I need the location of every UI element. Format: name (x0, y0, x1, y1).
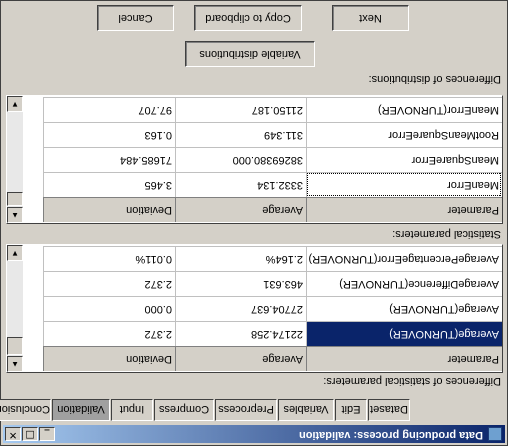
stat-cell-parameter[interactable]: Average(TURNOVER) (306, 296, 502, 321)
stat-scroll-thumb[interactable] (7, 337, 23, 355)
stat-section-label: Differences of statistical parameters: (323, 375, 501, 387)
cancel-button[interactable]: Cancel (97, 5, 174, 31)
stat-params-label: Statistical parameters: (392, 228, 501, 240)
dist-col-deviation[interactable]: Deviation (43, 197, 175, 222)
table-row[interactable]: Average(TURNOVER) 27704.637 0.000 (7, 296, 502, 321)
stat-col-average[interactable]: Average (175, 346, 306, 371)
tab-validation[interactable]: Validation (52, 399, 110, 421)
stat-scrollbar[interactable]: ▲ ▼ (7, 245, 23, 372)
scroll-up-arrow-icon[interactable]: ▲ (7, 356, 23, 372)
table-row[interactable]: MeanError 3332.134 3.465 (7, 172, 502, 197)
tab-variables[interactable]: Variables (278, 399, 334, 421)
table-row[interactable]: Average(TURNOVER) 22174.258 2.372 (7, 321, 502, 346)
maximize-button[interactable]: □ (22, 427, 38, 441)
variable-distributions-button[interactable]: Variable distributions (185, 41, 315, 67)
title-bar: Data producing process: validation _ □ ✕ (3, 425, 505, 443)
dist-cell-parameter[interactable]: MeanError (306, 172, 502, 197)
stat-cell-parameter[interactable]: Average(TURNOVER) (306, 321, 502, 346)
dist-cell-deviation[interactable]: 97.707 (43, 97, 175, 122)
tab-input[interactable]: Input (111, 399, 153, 421)
copy-to-clipboard-button[interactable]: Copy to clipboard (194, 5, 302, 31)
stat-cell-deviation[interactable]: 2.372 (43, 321, 175, 346)
table-row[interactable]: AveragePercentageError(TURNOVER) 2.164% … (7, 246, 502, 271)
tab-compress[interactable]: Compress (154, 399, 214, 421)
stat-header-row: Parameter Average Deviation (7, 346, 502, 371)
close-button[interactable]: ✕ (5, 427, 21, 441)
dist-col-average[interactable]: Average (175, 197, 306, 222)
dist-cell-deviation[interactable]: 0.163 (43, 122, 175, 147)
dist-cell-deviation[interactable]: 71685.484 (43, 147, 175, 172)
dist-cell-parameter[interactable]: MeanError(TURNOVER) (306, 97, 502, 122)
table-row[interactable]: RootMeanSquareError 311.349 0.163 (7, 122, 502, 147)
dist-col-parameter[interactable]: Parameter (306, 197, 502, 222)
scroll-up-arrow-icon[interactable]: ▲ (7, 207, 23, 223)
app-window: Data producing process: validation _ □ ✕… (0, 0, 508, 446)
stat-col-parameter[interactable]: Parameter (306, 346, 502, 371)
table-row[interactable]: AverageDifference(TURNOVER) 463.631 2.37… (7, 271, 502, 296)
tab-conclusion[interactable]: Conclusion (0, 399, 51, 421)
dist-cell-deviation[interactable]: 3.465 (43, 172, 175, 197)
stat-grid[interactable]: Parameter Average Deviation Average(TURN… (6, 244, 503, 373)
minimize-button[interactable]: _ (39, 427, 55, 441)
stat-cell-average[interactable]: 463.631 (175, 271, 306, 296)
dist-scrollbar[interactable]: ▲ ▼ (7, 96, 23, 223)
app-icon (488, 427, 502, 441)
dist-cell-average[interactable]: 3332.134 (175, 172, 306, 197)
scroll-down-arrow-icon[interactable]: ▼ (7, 245, 23, 261)
dist-cell-parameter[interactable]: MeanSquareError (306, 147, 502, 172)
table-row[interactable]: MeanError(TURNOVER) 21150.187 97.707 (7, 97, 502, 122)
scroll-down-arrow-icon[interactable]: ▼ (7, 96, 23, 112)
tab-edit[interactable]: Edit (335, 399, 367, 421)
stat-cell-parameter[interactable]: AveragePercentageError(TURNOVER) (306, 246, 502, 271)
tab-dataset[interactable]: Dataset (368, 399, 410, 421)
stat-cell-average[interactable]: 2.164% (175, 246, 306, 271)
dist-cell-average[interactable]: 38269380.000 (175, 147, 306, 172)
table-row[interactable]: MeanSquareError 38269380.000 71685.484 (7, 147, 502, 172)
dist-section-label: Differences of distributions: (368, 73, 501, 85)
dist-grid[interactable]: Parameter Average Deviation MeanError 33… (6, 95, 503, 224)
stat-col-deviation[interactable]: Deviation (43, 346, 175, 371)
dist-cell-average[interactable]: 311.349 (175, 122, 306, 147)
tab-strip: Dataset Edit Variables Preprocess Compre… (0, 397, 507, 421)
window-title: Data producing process: validation (299, 429, 483, 441)
dist-scroll-thumb[interactable] (7, 192, 23, 206)
dist-cell-parameter[interactable]: RootMeanSquareError (306, 122, 502, 147)
stat-cell-deviation[interactable]: 0.011% (43, 246, 175, 271)
dist-header-row: Parameter Average Deviation (7, 197, 502, 222)
stat-cell-parameter[interactable]: AverageDifference(TURNOVER) (306, 271, 502, 296)
stat-cell-deviation[interactable]: 2.372 (43, 271, 175, 296)
next-button[interactable]: Next (332, 5, 409, 31)
stat-cell-deviation[interactable]: 0.000 (43, 296, 175, 321)
stat-cell-average[interactable]: 22174.258 (175, 321, 306, 346)
tab-preprocess[interactable]: Preprocess (215, 399, 277, 421)
stat-cell-average[interactable]: 27704.637 (175, 296, 306, 321)
dist-cell-average[interactable]: 21150.187 (175, 97, 306, 122)
